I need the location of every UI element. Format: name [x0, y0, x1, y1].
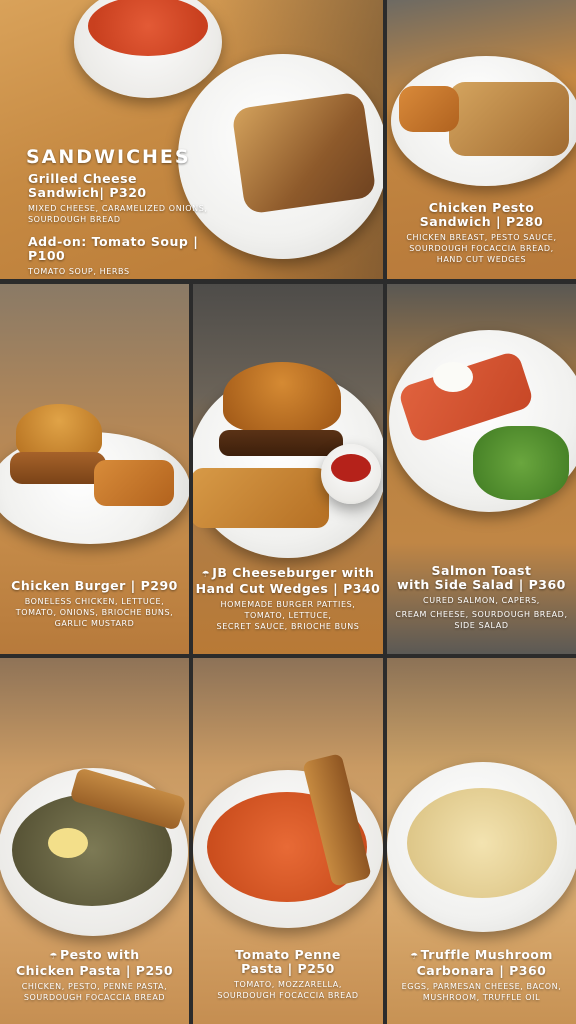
- chicken-burger-desc-1: BONELESS CHICKEN, LETTUCE,: [24, 597, 165, 606]
- carbonara-title-2: Carbonara | P360: [416, 963, 547, 978]
- tomato-penne-desc-1: TOMATO, MOZZARELLA,: [234, 980, 342, 989]
- grilled-cheese-desc: MIXED CHEESE, CARAMELIZED ONIONS, SOURDO…: [28, 204, 208, 224]
- salmon-toast-title-1: Salmon Toast: [431, 563, 532, 578]
- chicken-burger-title: Chicken Burger | P290: [11, 578, 178, 593]
- jb-cheeseburger-desc-3: SECRET SAUCE, BRIOCHE BUNS: [216, 622, 360, 631]
- chicken-pesto-desc-2: SOURDOUGH FOCACCIA BREAD,: [409, 244, 554, 253]
- salmon-toast-desc-2: CREAM CHEESE, SOURDOUGH BREAD,: [395, 610, 568, 619]
- pesto-pasta-title-1-text: Pesto with: [59, 947, 140, 962]
- addon-desc: TOMATO SOUP, HERBS: [28, 267, 130, 276]
- section-title: SANDWICHES: [26, 146, 191, 168]
- chicken-burger-image: [0, 404, 189, 544]
- chicken-pesto-panel: Chicken Pesto Sandwich | P280 CHICKEN BR…: [387, 0, 576, 279]
- carbonara-panel: ☂ Truffle Mushroom Carbonara | P360 EGGS,…: [387, 658, 576, 1024]
- pesto-pasta-title-2: Chicken Pasta | P250: [15, 963, 174, 978]
- chicken-pesto-desc-1: CHICKEN BREAST, PESTO SAUCE,: [406, 233, 557, 242]
- recommended-icon: ☂: [49, 952, 58, 962]
- chicken-burger-desc-3: GARLIC MUSTARD: [54, 619, 135, 628]
- recommended-icon: ☂: [201, 570, 211, 580]
- carbonara-desc-1: EGGS, PARMESAN CHEESE, BACON,: [401, 982, 562, 991]
- cheeseburger-image: [193, 362, 383, 558]
- pesto-sandwich-image: [391, 56, 576, 186]
- tomato-penne-title-1: Tomato Penne: [235, 947, 341, 962]
- tomato-penne-title-2: Pasta | P250: [241, 961, 335, 976]
- salmon-toast-panel: Salmon Toast with Side Salad | P360 CURE…: [387, 284, 576, 654]
- tomato-penne-image: [193, 753, 383, 928]
- salmon-toast-desc-1: CURED SALMON, CAPERS,: [423, 596, 540, 605]
- menu-page: SANDWICHES Grilled Cheese Sandwich| P320…: [0, 0, 576, 1024]
- pesto-pasta-desc-2: SOURDOUGH FOCACCIA BREAD: [23, 993, 166, 1002]
- jb-cheeseburger-desc-2: TOMATO, LETTUCE,: [244, 611, 332, 620]
- tomato-penne-desc-2: SOURDOUGH FOCACCIA BREAD: [217, 991, 359, 1000]
- salmon-toast-title-2: with Side Salad | P360: [397, 577, 566, 592]
- pesto-pasta-desc-1: CHICKEN, PESTO, PENNE PASTA,: [21, 982, 168, 991]
- pesto-pasta-panel: ☂ Pesto with Chicken Pasta | P250 CHICKEN…: [0, 658, 189, 1024]
- salmon-toast-image: [389, 330, 576, 512]
- jb-cheeseburger-title-2: Hand Cut Wedges | P340: [195, 581, 381, 596]
- carbonara-desc-2: MUSHROOM, TRUFFLE OIL: [422, 993, 541, 1002]
- tomato-penne-panel: Tomato Penne Pasta | P250 TOMATO, MOZZAR…: [193, 658, 383, 1024]
- chicken-pesto-title-2: Sandwich | P280: [419, 214, 544, 229]
- carbonara-title-1-text: Truffle Mushroom: [420, 947, 553, 962]
- salmon-toast-desc-3: SIDE SALAD: [454, 621, 509, 630]
- chicken-pesto-title-1: Chicken Pesto: [428, 200, 535, 215]
- carbonara-title-1: ☂ Truffle Mushroom: [387, 948, 576, 964]
- jb-cheeseburger-title-1: ☂ JB Cheeseburger with: [193, 566, 383, 582]
- jb-cheeseburger-title-1-text: JB Cheeseburger with: [212, 565, 375, 580]
- chicken-burger-panel: Chicken Burger | P290 BONELESS CHICKEN, …: [0, 284, 189, 654]
- grilled-cheese-panel: SANDWICHES Grilled Cheese Sandwich| P320…: [0, 0, 383, 279]
- pesto-pasta-title-1: ☂ Pesto with: [0, 948, 189, 964]
- recommended-icon: ☂: [410, 952, 419, 962]
- addon-title: Add-on: Tomato Soup | P100: [28, 234, 199, 263]
- grilled-cheese-title: Grilled Cheese Sandwich| P320: [28, 171, 147, 200]
- pesto-pasta-image: [0, 767, 188, 936]
- chicken-pesto-desc-3: HAND CUT WEDGES: [436, 255, 527, 264]
- chicken-burger-desc-2: TOMATO, ONIONS, BRIOCHE BUNS,: [15, 608, 174, 617]
- jb-cheeseburger-desc-1: HOMEMADE BURGER PATTIES,: [220, 600, 356, 609]
- carbonara-image: [387, 762, 576, 932]
- jb-cheeseburger-panel: ☂ JB Cheeseburger with Hand Cut Wedges | …: [193, 284, 383, 654]
